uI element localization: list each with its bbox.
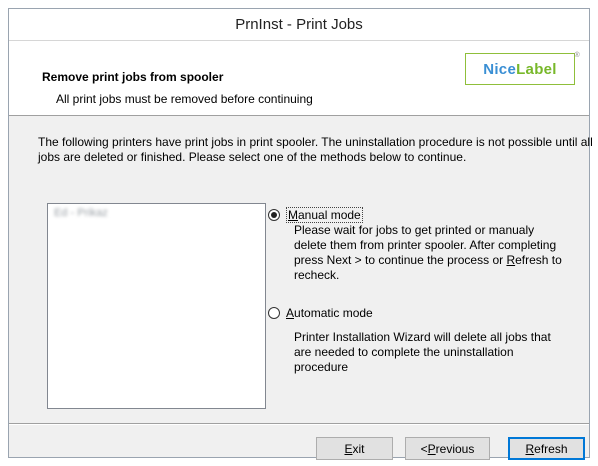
instructions-text: The following printers have print jobs i… (38, 135, 593, 164)
previous-button[interactable]: < Previous (405, 437, 490, 460)
radio-selected-icon[interactable] (268, 209, 280, 221)
nicelabel-logo: Nice Label ® (465, 52, 580, 85)
list-item[interactable]: Ed - Prikaz (54, 207, 108, 219)
radio-unselected-icon[interactable] (268, 307, 280, 319)
manual-mode-label[interactable]: Manual mode (286, 207, 363, 223)
manual-mode-radio[interactable]: Manual mode (268, 207, 363, 223)
automatic-mode-radio[interactable]: Automatic mode (268, 306, 373, 320)
header-subtitle: All print jobs must be removed before co… (56, 92, 313, 106)
manual-mode-description: Please wait for jobs to get printed or m… (294, 223, 562, 282)
header-title: Remove print jobs from spooler (42, 70, 224, 84)
exit-button[interactable]: Exit (316, 437, 393, 460)
footer-divider (9, 423, 589, 425)
automatic-mode-description: Printer Installation Wizard will delete … (294, 330, 551, 374)
window-title: PrnInst - Print Jobs (235, 16, 363, 33)
printer-list[interactable]: Ed - Prikaz (47, 203, 266, 409)
title-bar[interactable]: PrnInst - Print Jobs (9, 9, 589, 41)
refresh-button[interactable]: Refresh (508, 437, 585, 460)
automatic-mode-label[interactable]: Automatic mode (286, 306, 373, 320)
